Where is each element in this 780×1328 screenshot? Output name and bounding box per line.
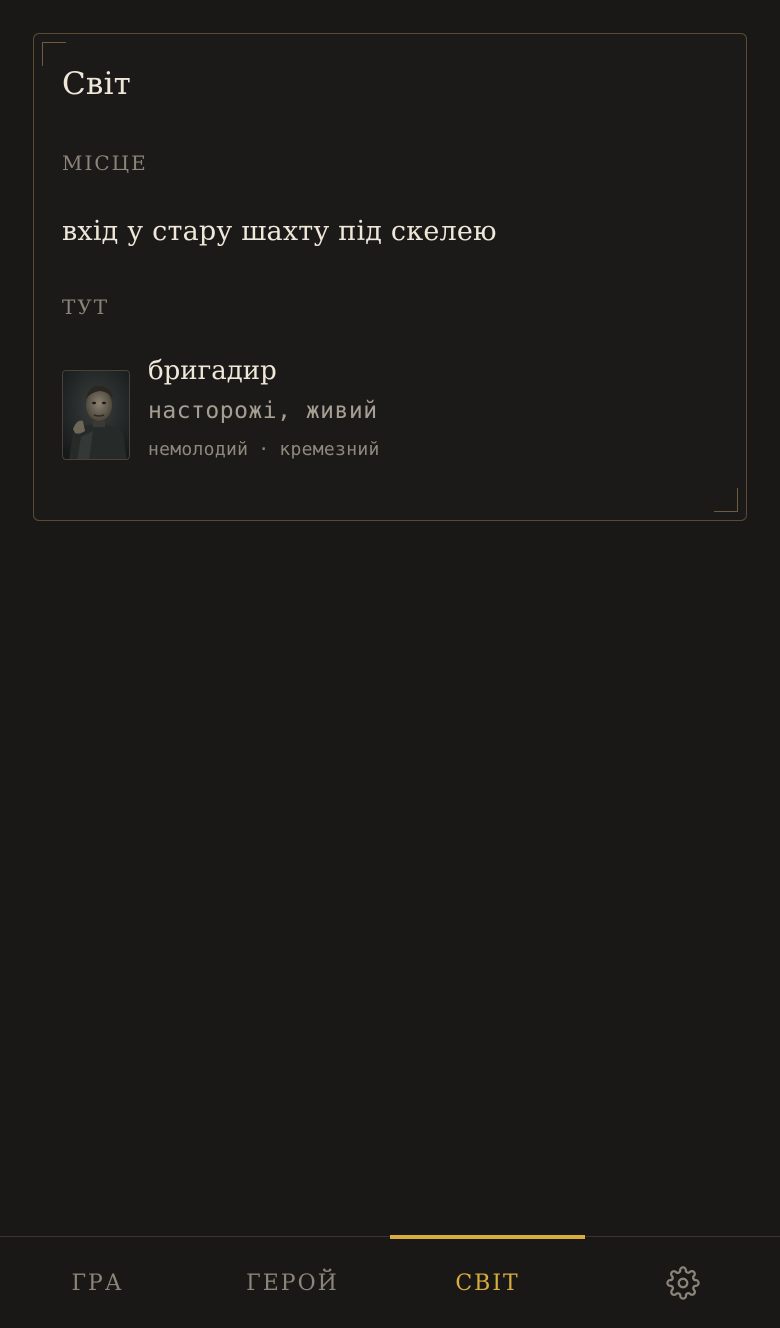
place-section-label: МІСЦЕ <box>62 151 148 175</box>
npc-portrait-image <box>63 371 129 459</box>
npc-portrait[interactable] <box>62 370 130 460</box>
place-value: вхід у стару шахту під скелею <box>62 216 497 247</box>
tab-settings[interactable] <box>585 1237 780 1328</box>
gear-icon <box>665 1266 700 1300</box>
world-panel: Світ МІСЦЕ вхід у стару шахту під скелею… <box>33 33 747 521</box>
here-section-label: ТУТ <box>62 295 110 319</box>
tab-hero[interactable]: ГЕРОЙ <box>195 1237 390 1328</box>
npc-trait: кремезний <box>279 439 380 460</box>
tab-world-label: СВІТ <box>455 1270 520 1296</box>
tab-hero-label: ГЕРОЙ <box>246 1270 339 1296</box>
corner-ornament-top-left <box>42 42 66 66</box>
tab-game-label: ГРА <box>71 1270 124 1296</box>
npc-traits: немолодий · кремезний <box>148 439 380 460</box>
npc-state: насторожі, живий <box>148 398 378 424</box>
tab-world[interactable]: СВІТ <box>390 1235 585 1328</box>
npc-trait: немолодий <box>148 439 249 460</box>
tab-game[interactable]: ГРА <box>0 1237 195 1328</box>
corner-ornament-bottom-right <box>714 488 738 512</box>
panel-title: Світ <box>62 66 132 102</box>
npc-card[interactable]: бригадир насторожі, живий немолодий · крем… <box>62 354 702 464</box>
bottom-navigation: ГРА ГЕРОЙ СВІТ <box>0 1235 780 1328</box>
npc-name: бригадир <box>148 356 277 386</box>
trait-separator: · <box>258 439 270 460</box>
